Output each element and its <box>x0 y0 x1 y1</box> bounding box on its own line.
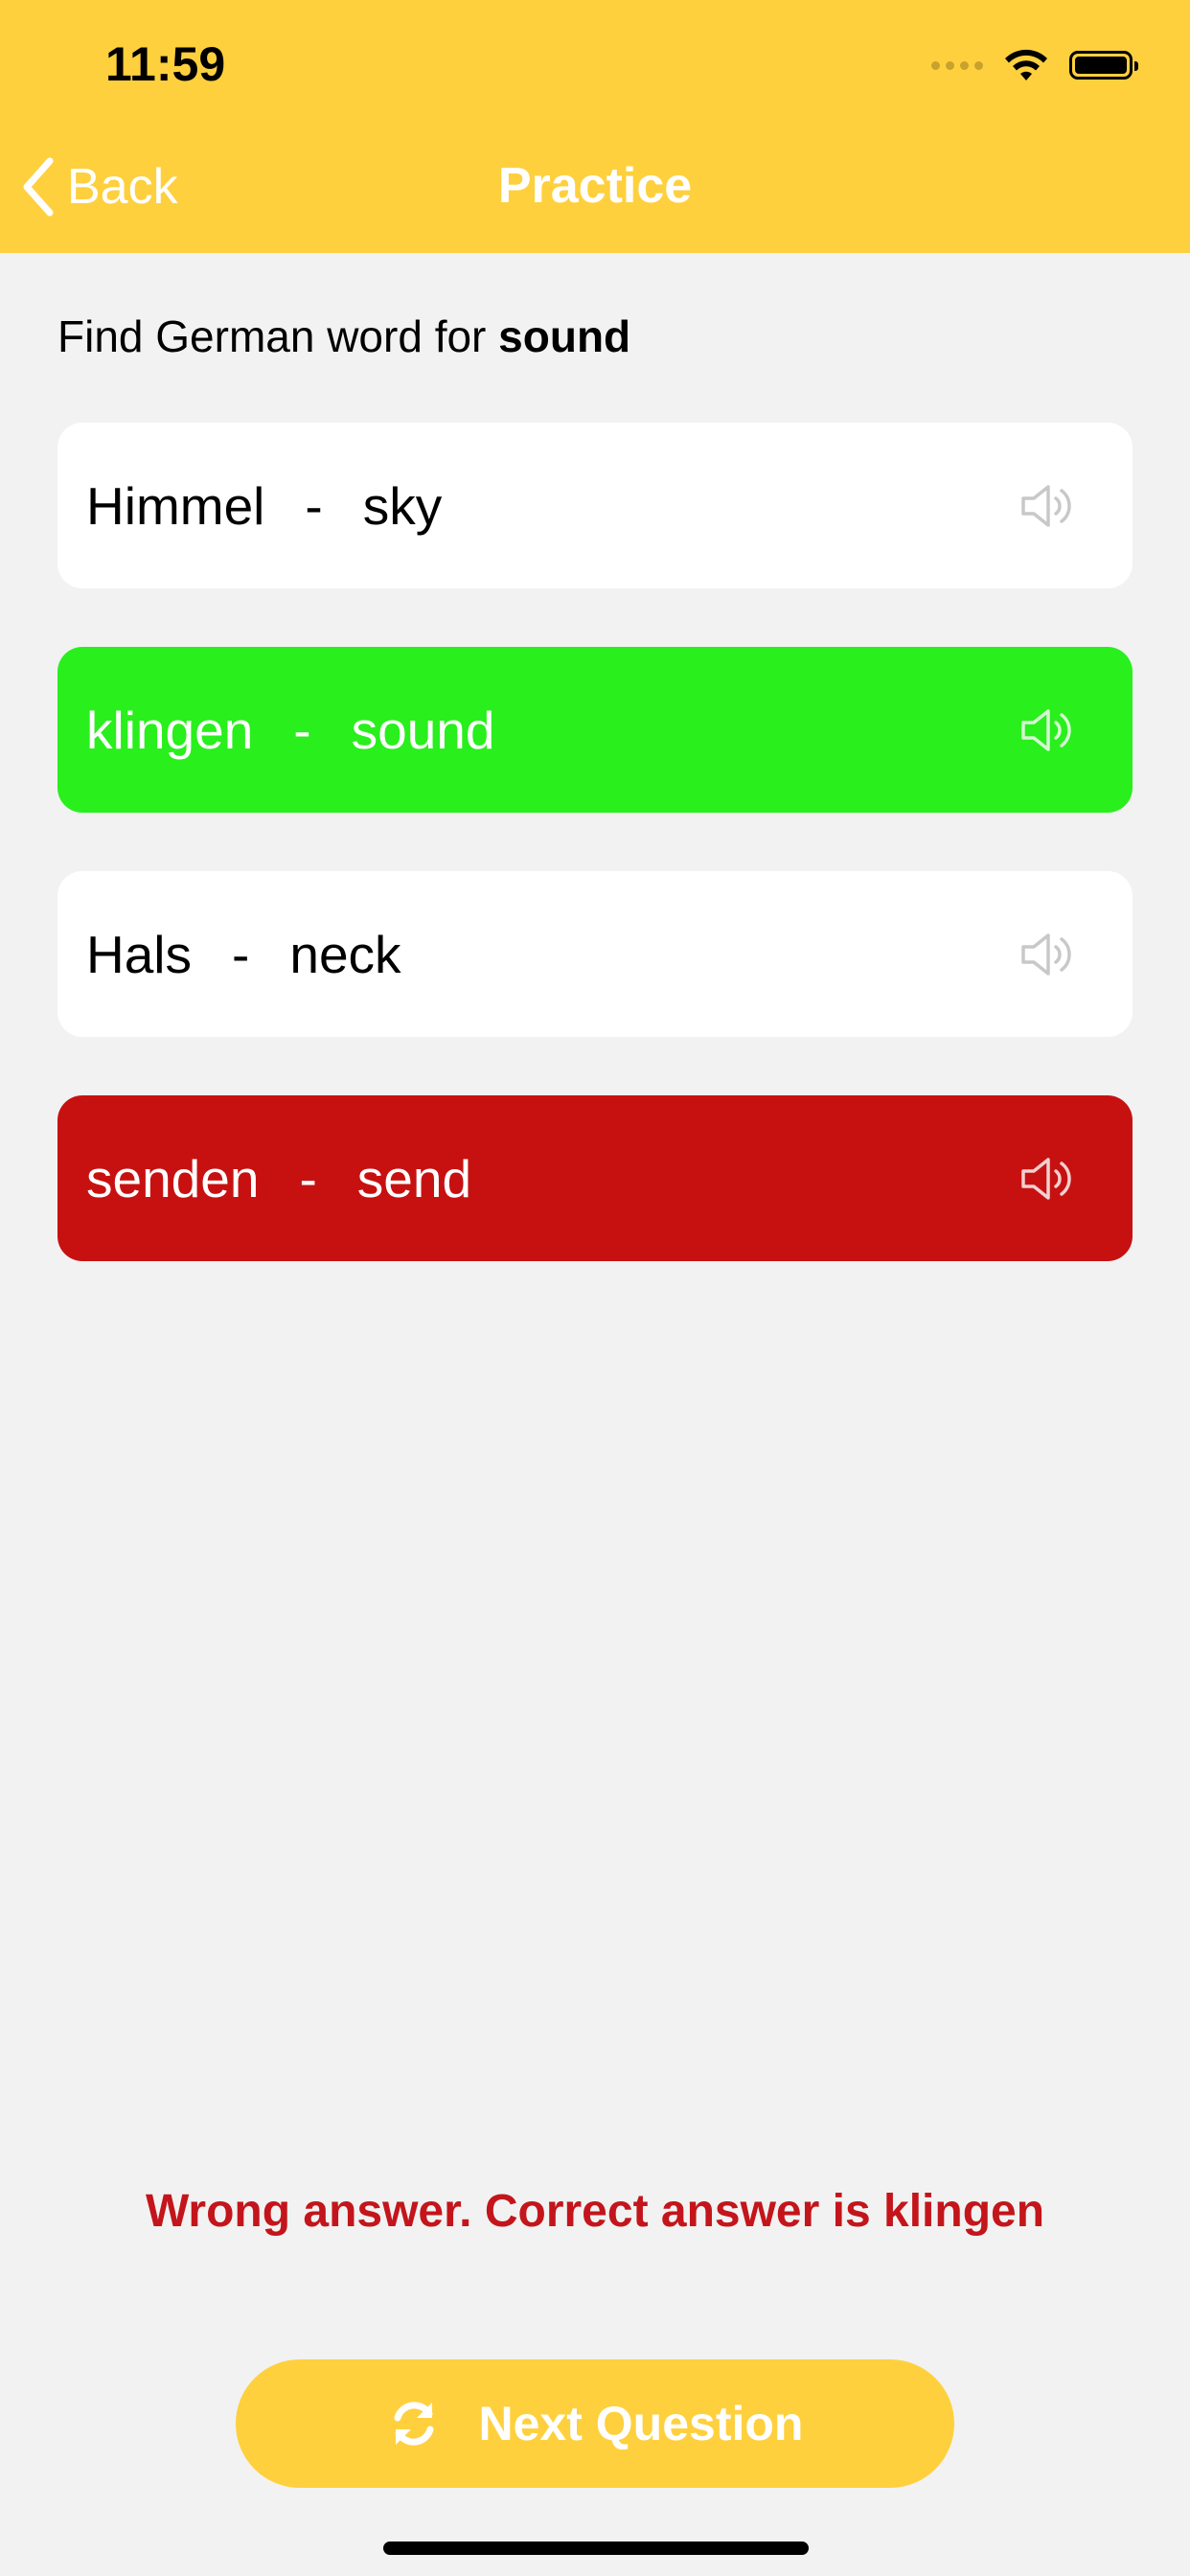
wifi-icon <box>1005 49 1047 80</box>
question-target-word: sound <box>498 311 631 361</box>
answer-option-2[interactable]: klingen - sound <box>57 647 1133 813</box>
option-english: sound <box>351 700 495 760</box>
option-german: klingen <box>86 700 254 760</box>
status-icons <box>931 46 1138 84</box>
next-question-label: Next Question <box>478 2397 804 2450</box>
next-question-button[interactable]: Next Question <box>236 2359 954 2488</box>
answer-option-4[interactable]: senden - send <box>57 1095 1133 1261</box>
speaker-icon[interactable] <box>1019 706 1077 754</box>
speaker-icon[interactable] <box>1019 1155 1077 1203</box>
question-prompt: Find German word for sound <box>57 310 630 362</box>
option-separator: - <box>293 700 311 760</box>
option-english: neck <box>289 924 401 984</box>
speaker-icon[interactable] <box>1019 931 1077 978</box>
answer-option-1[interactable]: Himmel - sky <box>57 423 1133 588</box>
option-separator: - <box>305 475 323 536</box>
option-separator: - <box>299 1148 317 1208</box>
option-english: sky <box>362 475 443 536</box>
answer-option-3[interactable]: Hals - neck <box>57 871 1133 1037</box>
question-prefix: Find German word for <box>57 311 499 361</box>
battery-icon <box>1069 51 1138 80</box>
navigation-bar: 11:59 Back Practice <box>0 0 1190 253</box>
refresh-icon <box>394 2402 434 2446</box>
option-german: senden <box>86 1148 260 1208</box>
speaker-icon[interactable] <box>1019 482 1077 530</box>
option-german: Himmel <box>86 475 265 536</box>
option-english: send <box>356 1148 472 1208</box>
status-time: 11:59 <box>105 37 226 91</box>
page-title: Practice <box>497 158 693 214</box>
home-indicator <box>383 2542 809 2555</box>
option-german: Hals <box>86 924 193 984</box>
signal-icon <box>931 60 983 70</box>
option-separator: - <box>232 924 250 984</box>
feedback-message: Wrong answer. Correct answer is klingen <box>145 2186 1045 2237</box>
